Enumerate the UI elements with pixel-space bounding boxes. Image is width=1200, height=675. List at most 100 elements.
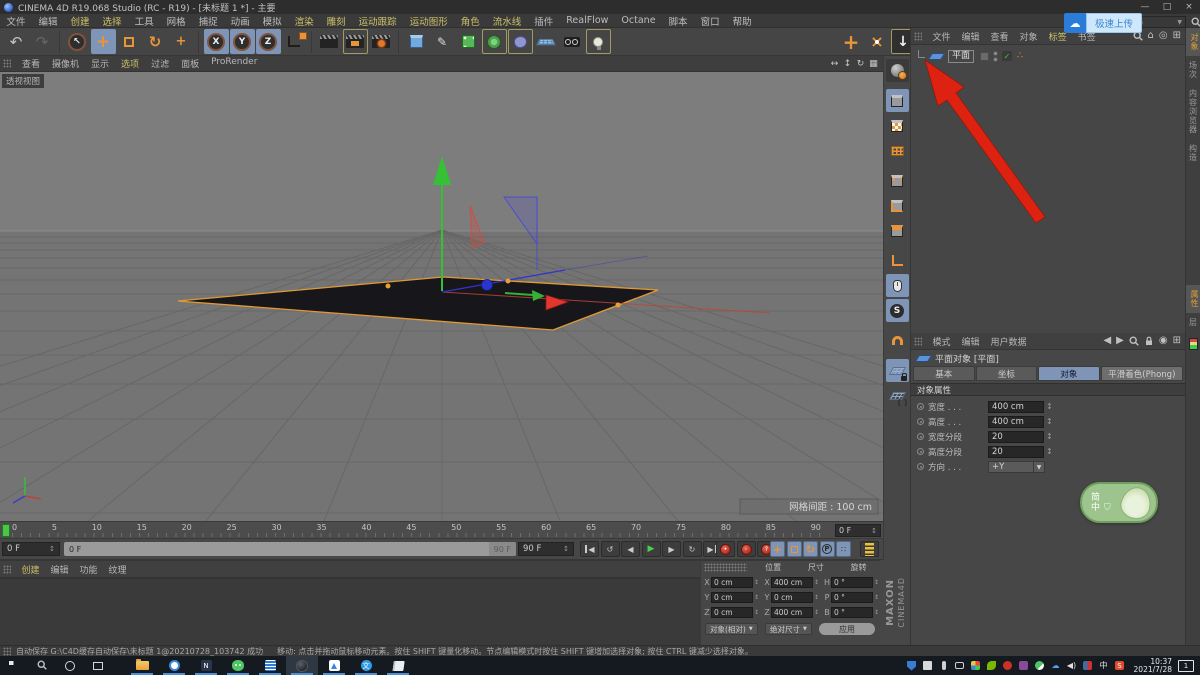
- enable-axis-icon[interactable]: [886, 249, 909, 272]
- attribute-manager-menu-item[interactable]: 模式: [927, 335, 956, 348]
- spinner-icon[interactable]: ↕: [814, 594, 819, 601]
- browser-icon[interactable]: [158, 656, 190, 675]
- menu-item[interactable]: 运动跟踪: [352, 14, 403, 28]
- record-keyframe-button[interactable]: •: [716, 541, 735, 557]
- attribute-tab[interactable]: 平滑着色(Phong): [1101, 366, 1183, 381]
- menu-item[interactable]: 渲染: [288, 14, 320, 28]
- menu-item[interactable]: 捕捉: [192, 14, 224, 28]
- key-pla-toggle[interactable]: ∷: [836, 541, 851, 557]
- key-scale-toggle[interactable]: [787, 541, 802, 557]
- material-list-area[interactable]: [0, 578, 700, 646]
- layer-palette-icon[interactable]: [1189, 338, 1198, 350]
- spinner-icon[interactable]: ↕: [814, 609, 819, 616]
- expand-icon[interactable]: ⊞: [1173, 336, 1181, 346]
- menu-item[interactable]: 选择: [96, 14, 128, 28]
- polygons-mode-icon[interactable]: [886, 219, 909, 242]
- workplane-mode-icon[interactable]: ( ): [886, 384, 909, 407]
- close-button[interactable]: ×: [1178, 0, 1200, 14]
- menu-item[interactable]: 插件: [528, 14, 560, 28]
- coordinate-input[interactable]: 0 cm: [711, 607, 753, 618]
- points-mode-icon[interactable]: [886, 169, 909, 192]
- menu-item[interactable]: 文件: [0, 14, 32, 28]
- attribute-value-field[interactable]: 400 cm: [988, 401, 1044, 413]
- attribute-tab[interactable]: 坐标: [976, 366, 1038, 381]
- baidu-netdisk-icon[interactable]: ☁: [1064, 13, 1086, 33]
- material-menu-item[interactable]: 功能: [74, 563, 103, 576]
- material-menu-item[interactable]: 创建: [16, 563, 45, 576]
- attribute-value-field[interactable]: 20: [988, 431, 1044, 443]
- uv-mesh-mode-icon[interactable]: [886, 139, 909, 162]
- coordinate-input[interactable]: 0 °: [831, 592, 873, 603]
- render-view-icon[interactable]: [317, 29, 342, 54]
- ime-skin-icon[interactable]: ⛉: [1104, 503, 1111, 513]
- side-tab-objects[interactable]: 对象: [1186, 28, 1200, 56]
- lock-x-axis-icon[interactable]: X: [204, 29, 229, 54]
- play-backwards-button[interactable]: ↺: [601, 541, 620, 557]
- coordinate-mode-dropdown[interactable]: 对象(相对)▼: [705, 623, 758, 635]
- windows-update-icon[interactable]: [968, 656, 984, 675]
- subdivision-surface-icon[interactable]: [456, 29, 481, 54]
- spinner-icon[interactable]: ↕: [1046, 417, 1053, 426]
- key-circle-icon[interactable]: [917, 448, 924, 455]
- key-position-toggle[interactable]: +: [770, 541, 785, 557]
- ime-floating-widget[interactable]: 简中 ⛉: [1080, 482, 1158, 523]
- cortana-icon[interactable]: [56, 656, 84, 675]
- screenshot-tool-icon[interactable]: [920, 656, 936, 675]
- phong-tag-icon[interactable]: ∴: [1017, 51, 1023, 61]
- key-circle-icon[interactable]: [917, 463, 924, 470]
- size-mode-dropdown[interactable]: 绝对尺寸▼: [765, 623, 812, 635]
- search-icon[interactable]: [1129, 336, 1139, 346]
- undo-icon[interactable]: ↶: [4, 29, 29, 54]
- floor-environment-icon[interactable]: [534, 29, 559, 54]
- object-name-label[interactable]: 平面: [948, 50, 974, 63]
- dropdown-caret-icon[interactable]: ▼: [1034, 461, 1045, 473]
- menu-item[interactable]: 动画: [224, 14, 256, 28]
- current-frame-field[interactable]: 0 F↕: [2, 542, 60, 556]
- attribute-manager-menu-item[interactable]: 用户数据: [985, 335, 1032, 348]
- expand-icon[interactable]: ⊞: [1173, 31, 1181, 41]
- toggle-views-icon[interactable]: ▦: [868, 59, 879, 69]
- menu-item[interactable]: 网格: [160, 14, 192, 28]
- object-manager-menu-item[interactable]: 文件: [927, 30, 956, 43]
- menu-item[interactable]: 流水线: [486, 14, 528, 28]
- snap-settings-icon[interactable]: S: [886, 299, 909, 322]
- file-explorer-icon[interactable]: [126, 656, 158, 675]
- viewport-menu-item[interactable]: 过滤: [145, 57, 175, 70]
- spinner-icon[interactable]: ↕: [874, 594, 879, 601]
- render-picture-viewer-icon[interactable]: [343, 29, 368, 54]
- lock-icon[interactable]: [1144, 336, 1154, 346]
- viewport-menu-item[interactable]: 摄像机: [46, 57, 85, 70]
- tencent-docs-icon[interactable]: 文: [350, 656, 382, 675]
- spinner-icon[interactable]: ↕: [754, 594, 759, 601]
- volume-icon[interactable]: ◀): [1064, 656, 1080, 675]
- attribute-value-field[interactable]: 20: [988, 446, 1044, 458]
- lock-workplane-icon[interactable]: [886, 359, 909, 382]
- generators-icon[interactable]: [482, 29, 507, 54]
- viewport-solo-icon[interactable]: [886, 274, 909, 297]
- side-tab-structure[interactable]: 构造: [1188, 139, 1199, 167]
- rotate-tool-icon[interactable]: ↻: [143, 29, 168, 54]
- camera-icon[interactable]: [560, 29, 585, 54]
- orbit-view-icon[interactable]: ↻: [855, 59, 866, 69]
- side-tab-takes[interactable]: 场次: [1188, 56, 1199, 84]
- panel-grip-icon[interactable]: [3, 59, 11, 68]
- ruler-frame-spinner[interactable]: 0 F↕: [835, 524, 881, 537]
- layer-chip-icon[interactable]: [980, 52, 989, 61]
- notification-center-icon[interactable]: 1: [1178, 660, 1194, 672]
- microphone-icon[interactable]: [936, 656, 952, 675]
- spinner-icon[interactable]: ↕: [1046, 447, 1053, 456]
- timeline-ruler[interactable]: 051015202530354045505560657075808590 0 F…: [0, 521, 883, 539]
- spinner-icon[interactable]: ↕: [754, 579, 759, 586]
- attribute-value-field[interactable]: +Y: [988, 461, 1034, 473]
- redo-icon[interactable]: ↷: [30, 29, 55, 54]
- attribute-tab[interactable]: 基本: [913, 366, 975, 381]
- sogou-icon[interactable]: S: [1112, 656, 1128, 675]
- attribute-manager-menu-item[interactable]: 编辑: [956, 335, 985, 348]
- panel-grip-icon[interactable]: [914, 32, 922, 41]
- view-label[interactable]: 透视视图: [2, 74, 44, 88]
- maximize-button[interactable]: □: [1156, 0, 1178, 14]
- coordinate-input[interactable]: 0 °: [831, 577, 873, 588]
- enable-checkmark-icon[interactable]: ✓: [1002, 51, 1012, 61]
- key-rotation-toggle[interactable]: ↻: [803, 541, 818, 557]
- green-messenger-icon[interactable]: [1032, 656, 1048, 675]
